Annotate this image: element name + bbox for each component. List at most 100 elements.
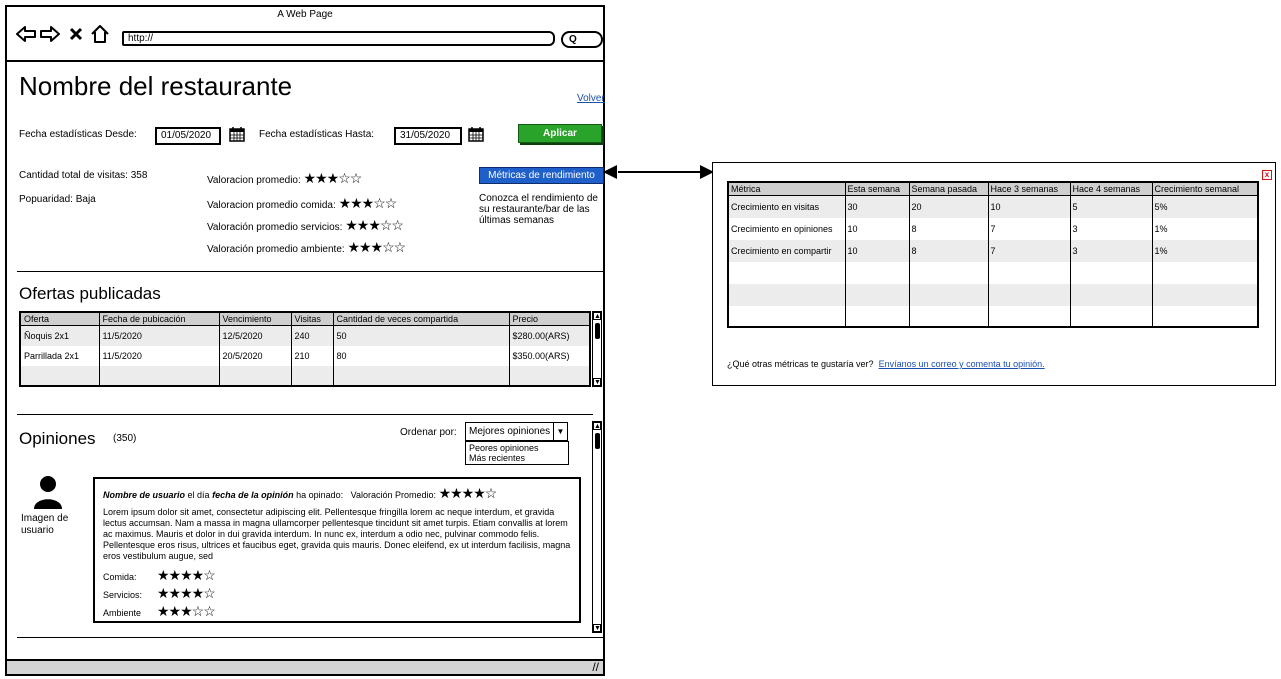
connector-line — [618, 171, 710, 173]
search-button[interactable]: Q — [561, 31, 603, 48]
column-header[interactable]: Hace 4 semanas — [1070, 183, 1153, 196]
table-row[interactable]: Parrillada 2x1 11/5/2020 20/5/2020 210 8… — [21, 345, 589, 366]
feedback-link[interactable]: Envíanos un correo y comenta tu opinión. — [879, 359, 1045, 369]
calendar-icon[interactable] — [468, 126, 484, 142]
rating-row: Valoracion promedio comida: ★★★☆☆ — [207, 195, 397, 212]
star-rating: ★★★☆☆ — [303, 170, 363, 186]
desde-date-input[interactable]: 01/05/2020 — [155, 127, 221, 145]
table-row[interactable]: Crecimiento en compartir 10 8 7 3 1% — [729, 239, 1257, 262]
table-cell — [909, 283, 989, 306]
table-cell: 11/5/2020 — [99, 325, 220, 346]
ofertas-scrollbar[interactable]: ▲ ▼ — [592, 311, 602, 387]
divider — [17, 414, 593, 415]
scroll-down-arrow-icon[interactable]: ▼ — [593, 624, 601, 632]
review-sub-ratings: Comida: ★★★★☆ Servicios: ★★★★☆ Ambiente ★★★… — [103, 567, 216, 621]
table-cell — [988, 305, 1071, 326]
close-icon[interactable]: x — [1262, 170, 1272, 180]
dropdown-option[interactable]: Peores opiniones — [469, 443, 565, 453]
url-input[interactable]: http:// — [122, 31, 555, 46]
table-cell: 8 — [909, 217, 989, 240]
table-cell: 1% — [1152, 239, 1257, 262]
table-cell — [729, 261, 846, 284]
sub-rating-row: Servicios: ★★★★☆ — [103, 585, 216, 603]
column-header[interactable]: Hace 3 semanas — [988, 183, 1071, 196]
table-cell: 12/5/2020 — [219, 325, 292, 346]
resize-grip-icon[interactable]: // — [592, 660, 599, 674]
scroll-thumb[interactable] — [595, 433, 600, 449]
column-header[interactable]: Visitas — [291, 313, 334, 326]
column-header[interactable]: Oferta — [21, 313, 100, 326]
popularidad: Popuaridad: Baja — [19, 194, 96, 205]
hasta-date-input[interactable]: 31/05/2020 — [394, 127, 462, 145]
rating-label: Valoracion promedio comida: — [207, 200, 336, 211]
table-cell — [1152, 306, 1257, 327]
review-header: Nombre de usuario el día fecha de la opi… — [103, 485, 497, 502]
rating-label: Valoración promedio ambiente: — [207, 244, 345, 255]
table-cell — [1070, 305, 1153, 326]
table-row[interactable]: Crecimiento en visitas 30 20 10 5 5% — [729, 195, 1257, 218]
column-header[interactable]: Crecimiento semanal — [1152, 183, 1257, 196]
table-cell — [729, 305, 846, 326]
ordenar-selected: Mejores opiniones — [469, 426, 551, 437]
opiniones-scrollbar[interactable]: ▲ ▼ — [592, 421, 602, 633]
user-avatar-icon — [33, 475, 63, 514]
column-header[interactable]: Cantidad de veces compartida — [333, 313, 510, 326]
review-date: fecha de la opinión — [212, 490, 294, 500]
column-header[interactable]: Semana pasada — [909, 183, 989, 196]
sub-rating-label: Comida: — [103, 572, 137, 582]
table-row — [729, 261, 1257, 284]
opiniones-count: (350) — [113, 433, 137, 444]
table-cell: Parrillada 2x1 — [21, 345, 100, 366]
stop-icon[interactable] — [65, 23, 87, 45]
divider — [17, 271, 603, 272]
table-cell: 20/5/2020 — [219, 345, 292, 366]
table-row[interactable]: Ñoquis 2x1 11/5/2020 12/5/2020 240 50 $2… — [21, 325, 589, 346]
table-cell: 210 — [291, 345, 334, 366]
table-cell: 8 — [909, 239, 989, 262]
table-cell: 7 — [988, 217, 1071, 240]
calendar-icon[interactable] — [229, 126, 245, 142]
rating-label: Valoracion promedio: — [207, 175, 301, 186]
star-rating: ★★★☆☆ — [347, 239, 406, 255]
metricas-rendimiento-button[interactable]: Métricas de rendimiento — [479, 167, 604, 184]
metrics-table: Métrica Esta semana Semana pasada Hace 3… — [727, 181, 1259, 328]
table-cell: 5% — [1152, 195, 1257, 218]
sub-rating-label: Ambiente — [103, 608, 142, 618]
back-icon[interactable] — [15, 23, 37, 45]
review-user[interactable]: Nombre de usuario — [103, 490, 185, 500]
window-title: A Web Page — [277, 9, 333, 20]
forward-icon[interactable] — [39, 23, 61, 45]
rating-row: Valoración promedio ambiente: ★★★☆☆ — [207, 239, 406, 256]
metricas-description: Conozca el rendimiento de su restaurante… — [479, 193, 598, 226]
scroll-up-arrow-icon[interactable]: ▲ — [593, 312, 601, 320]
review-valoracion-label: Valoración Promedio: — [350, 490, 437, 500]
volver-link[interactable]: Volver — [577, 93, 605, 104]
scroll-thumb[interactable] — [595, 323, 600, 339]
home-icon[interactable] — [89, 23, 111, 45]
rating-row: Valoración promedio servicios: ★★★☆☆ — [207, 217, 404, 234]
column-header[interactable]: Esta semana — [845, 183, 910, 196]
ofertas-title: Ofertas publicadas — [19, 284, 161, 303]
table-cell — [909, 305, 989, 326]
scroll-up-arrow-icon[interactable]: ▲ — [593, 422, 601, 430]
column-header[interactable]: Métrica — [729, 183, 846, 196]
table-cell — [333, 365, 510, 385]
feedback-text: ¿Qué otras métricas te gustaría ver? — [727, 359, 874, 369]
star-rating: ★★★☆☆ — [157, 603, 216, 619]
aplicar-button[interactable]: Aplicar — [518, 124, 602, 143]
sub-rating-row: Ambiente ★★★☆☆ — [103, 603, 216, 621]
chevron-down-icon[interactable]: ▼ — [553, 423, 567, 440]
avatar-label: Imagen de usuario — [21, 513, 69, 536]
column-header[interactable]: Vencimiento — [219, 313, 292, 326]
feedback-row: ¿Qué otras métricas te gustaría ver? Env… — [727, 359, 1045, 369]
dropdown-option[interactable]: Más recientes — [469, 453, 565, 463]
column-header[interactable]: Fecha de pubicación — [99, 313, 220, 326]
table-row[interactable]: Crecimiento en opiniones 10 8 7 3 1% — [729, 217, 1257, 240]
rating-label: Valoración promedio servicios: — [207, 222, 343, 233]
column-header[interactable]: Precio — [509, 313, 589, 326]
arrow-left-icon — [603, 165, 619, 184]
table-cell: Crecimiento en compartir — [729, 239, 846, 262]
scroll-down-arrow-icon[interactable]: ▼ — [593, 378, 601, 386]
ordenar-select[interactable]: Mejores opiniones ▼ — [465, 422, 568, 441]
status-bar: // — [7, 659, 603, 674]
